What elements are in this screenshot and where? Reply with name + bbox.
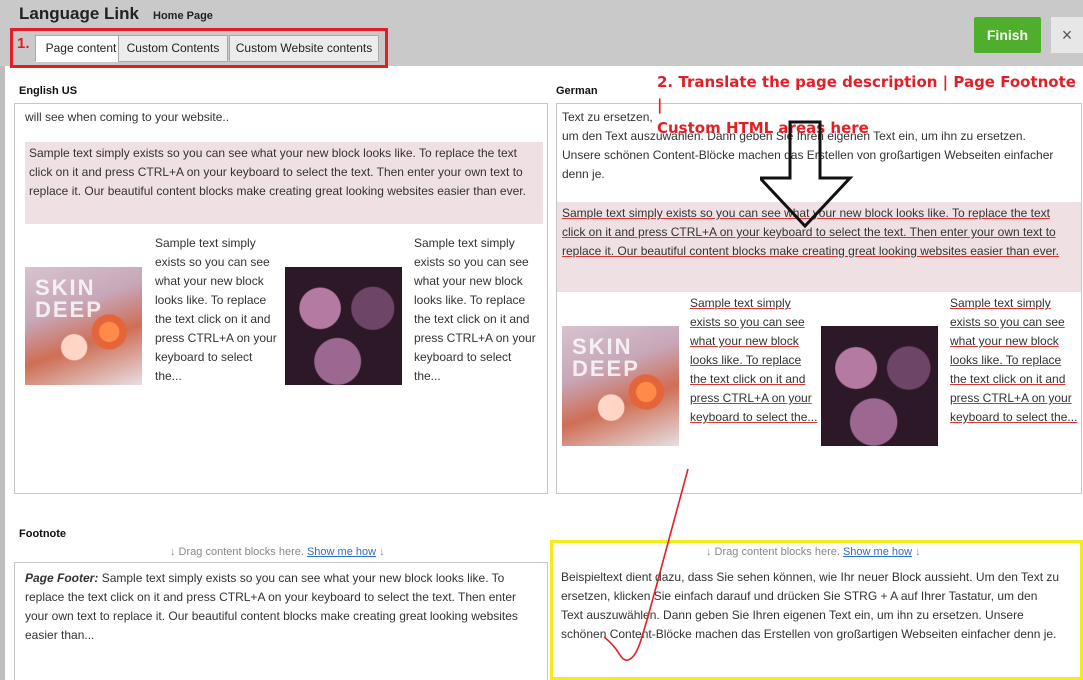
eyeshadow-image (285, 267, 402, 385)
tabs-highlight-box: 1. Page content Custom Contents Custom W… (10, 28, 388, 68)
skin-deep-image-text: SKIN DEEP (35, 275, 103, 322)
drag-hint-text: ↓ Drag content blocks here. (170, 546, 304, 558)
step-2-annotation: 2. Translate the page description | Page… (657, 71, 1081, 140)
step-1-label: 1. (17, 35, 30, 52)
english-content-panel[interactable]: will see when coming to your website.. S… (14, 103, 548, 494)
english-footnote-body: Sample text simply exists so you can see… (25, 571, 518, 642)
english-text-block[interactable]: Sample text simply exists so you can see… (25, 142, 543, 224)
tab-custom-contents[interactable]: Custom Contents (118, 35, 228, 62)
english-footnote-panel[interactable]: Page Footer: Sample text simply exists s… (14, 562, 548, 680)
english-footnote-text[interactable]: Page Footer: Sample text simply exists s… (25, 569, 539, 645)
drag-arrow-icon: ↓ (379, 546, 385, 558)
close-icon[interactable]: × (1051, 17, 1083, 53)
footnote-label: Footnote (19, 528, 67, 540)
page-name: Home Page (153, 10, 213, 22)
english-tile-2-text[interactable]: Sample text simply exists so you can see… (414, 234, 540, 386)
english-drag-hint: ↓ Drag content blocks here. Show me how … (170, 546, 385, 558)
show-me-how-link[interactable]: Show me how (307, 546, 376, 558)
english-intro-text: will see when coming to your website.. (25, 110, 230, 124)
makeup-image: SKIN DEEP (25, 267, 142, 385)
english-column-label: English US (19, 85, 78, 97)
left-divider (0, 66, 5, 680)
german-tile-1-text[interactable]: Sample text simply exists so you can see… (690, 294, 818, 427)
english-tile-1-text[interactable]: Sample text simply exists so you can see… (155, 234, 279, 386)
down-arrow-icon (760, 120, 854, 229)
top-bar: Language Link Home Page 1. Page content … (0, 0, 1083, 68)
german-tile-2-text[interactable]: Sample text simply exists so you can see… (950, 294, 1078, 427)
eyeshadow-image (821, 326, 938, 446)
red-pointer-stroke (603, 468, 689, 661)
tab-page-content[interactable]: Page content (35, 35, 127, 62)
tab-custom-website-contents[interactable]: Custom Website contents (229, 35, 379, 62)
german-column-label: German (556, 85, 598, 97)
finish-button[interactable]: Finish (974, 17, 1041, 53)
skin-deep-image-text: SKIN DEEP (572, 334, 640, 381)
step-2-annotation-line1: 2. Translate the page description | Page… (657, 73, 1076, 114)
step-2-annotation-line2: Custom HTML areas here (657, 119, 869, 137)
app-title: Language Link (19, 4, 139, 23)
makeup-image: SKIN DEEP (562, 326, 679, 446)
page-footer-title: Page Footer: (25, 571, 99, 585)
